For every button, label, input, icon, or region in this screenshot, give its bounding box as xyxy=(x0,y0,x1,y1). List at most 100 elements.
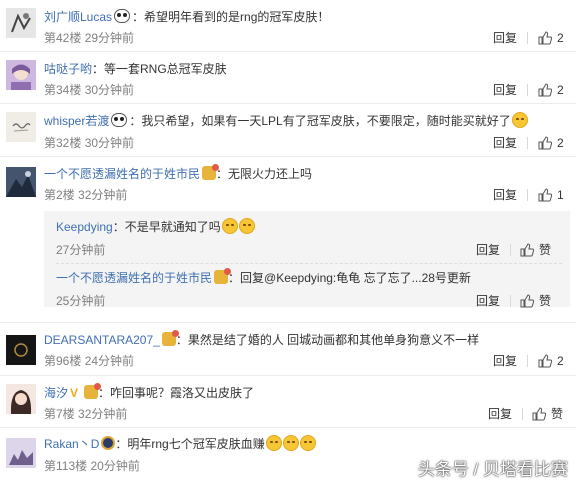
reply-button[interactable]: 回复 xyxy=(493,135,517,151)
like-button[interactable]: 2 xyxy=(538,135,564,151)
thumbs-up-icon xyxy=(538,188,552,202)
floor-number: 第96楼 xyxy=(44,354,82,368)
avatar[interactable] xyxy=(6,335,36,365)
like-label: 赞 xyxy=(539,243,552,257)
like-button[interactable]: 赞 xyxy=(532,406,563,422)
username[interactable]: 海汐 xyxy=(44,386,68,400)
thumbs-up-icon xyxy=(538,31,552,45)
username[interactable]: DEARSANTARA207_ xyxy=(44,333,160,347)
username[interactable]: 刘广顺Lucas xyxy=(44,10,112,24)
comment-item: 一个不愿透漏姓名的于姓市民 ：无限火力还上吗 第2楼 32分钟前 回复 1 Kee… xyxy=(0,157,576,323)
divider xyxy=(527,189,528,201)
watermark: 头条号 / 贝塔看比赛 xyxy=(417,460,568,479)
emoji-icon xyxy=(265,435,282,451)
thumbs-up-icon xyxy=(520,294,534,308)
comment-item: DEARSANTARA207_ ：果然是结了婚的人 回城动画都和其他单身狗意义不一… xyxy=(0,323,576,376)
like-button[interactable]: 2 xyxy=(538,353,564,369)
divider xyxy=(527,137,528,149)
member-badge-icon xyxy=(101,436,116,450)
floor-number: 第113楼 xyxy=(44,459,88,473)
floor-number: 第34楼 xyxy=(44,83,82,97)
avatar[interactable] xyxy=(6,112,36,142)
timestamp: 27分钟前 xyxy=(56,243,106,257)
thumbs-up-icon xyxy=(538,354,552,368)
thumbs-up-icon xyxy=(538,83,552,97)
username[interactable]: 咕哒子哟 xyxy=(44,62,92,76)
timestamp: 24分钟前 xyxy=(84,354,135,368)
verified-v-icon xyxy=(70,384,82,402)
emoji-icon xyxy=(221,218,238,234)
emoji-icon xyxy=(511,112,528,128)
like-button[interactable]: 赞 xyxy=(520,242,551,258)
timestamp: 30分钟前 xyxy=(84,83,135,97)
comment-item: 海汐 ：咋回事呢？霞洛又出皮肤了 第7楼 32分钟前 回复 赞 xyxy=(0,376,576,428)
reply-button[interactable]: 回复 xyxy=(493,187,517,203)
divider xyxy=(527,84,528,96)
like-button[interactable]: 赞 xyxy=(520,293,551,309)
thumbs-up-icon xyxy=(520,243,534,257)
timestamp: 30分钟前 xyxy=(84,136,135,150)
comment-text: ：我只希望，如果有一天LPL有了冠军皮肤，不要限定，随时能买就好了 xyxy=(129,114,511,128)
reply-button[interactable]: 回复 xyxy=(493,30,517,46)
comment-text: ：无限火力还上吗 xyxy=(216,167,313,181)
like-button[interactable]: 1 xyxy=(538,187,564,203)
reply-text: ：不是早就通知了吗 xyxy=(112,220,221,234)
username[interactable]: 一个不愿透漏姓名的于姓市民 xyxy=(44,167,200,181)
like-button[interactable]: 2 xyxy=(538,30,564,46)
username[interactable]: Rakan丶D xyxy=(44,437,99,451)
emoji-icon xyxy=(299,435,316,451)
like-count: 2 xyxy=(557,354,564,368)
avatar[interactable] xyxy=(6,438,36,468)
reply-button[interactable]: 回复 xyxy=(488,406,512,422)
reply-divider xyxy=(56,263,562,264)
reply-button[interactable]: 回复 xyxy=(476,293,500,309)
member-badge-icon xyxy=(214,268,232,284)
comment-text: ：咋回事呢？霞洛又出皮肤了 xyxy=(98,386,255,400)
thumbs-up-icon xyxy=(532,407,546,421)
like-count: 2 xyxy=(557,83,564,97)
floor-number: 第7楼 xyxy=(44,407,75,421)
avatar[interactable] xyxy=(6,384,36,414)
reply-button[interactable]: 回复 xyxy=(493,353,517,369)
floor-number: 第2楼 xyxy=(44,188,75,202)
timestamp: 20分钟前 xyxy=(90,459,140,473)
member-badge-icon xyxy=(84,383,102,399)
like-label: 赞 xyxy=(539,294,552,308)
comment-text: ：果然是结了婚的人 回城动画都和其他单身狗意义不一样 xyxy=(175,333,480,347)
username[interactable]: Keepdying xyxy=(56,220,113,234)
like-count: 2 xyxy=(557,136,564,150)
username[interactable]: 一个不愿透漏姓名的于姓市民 xyxy=(56,271,212,285)
divider xyxy=(510,244,511,256)
reply-button[interactable]: 回复 xyxy=(476,242,500,258)
thumbs-up-icon xyxy=(538,136,552,150)
comment-text: ：等一套RNG总冠军皮肤 xyxy=(92,62,227,76)
reply-button[interactable]: 回复 xyxy=(493,82,517,98)
emoji-icon xyxy=(282,435,299,451)
member-badge-icon xyxy=(202,164,220,180)
member-badge-icon xyxy=(161,330,179,346)
comment-item: whisper若渡 ：我只希望，如果有一天LPL有了冠军皮肤，不要限定，随时能买就… xyxy=(0,104,576,157)
divider xyxy=(527,355,528,367)
divider xyxy=(510,295,511,307)
comment-text: ：明年rng七个冠军皮肤血赚 xyxy=(115,437,265,451)
like-button[interactable]: 2 xyxy=(538,82,564,98)
comment-item: 刘广顺Lucas ：希望明年看到的是rng的冠军皮肤！ 第42楼 29分钟前 回复… xyxy=(0,0,576,52)
reply-thread: Keepdying：不是早就通知了吗 27分钟前 回复 赞 一个不愿透漏姓名的于… xyxy=(44,211,570,309)
username[interactable]: whisper若渡 xyxy=(44,114,109,128)
panda-emoji-icon xyxy=(111,113,128,127)
panda-emoji-icon xyxy=(114,9,131,23)
avatar[interactable] xyxy=(6,60,36,90)
like-count: 2 xyxy=(557,31,564,45)
floor-number: 第42楼 xyxy=(44,31,82,45)
divider xyxy=(527,32,528,44)
avatar[interactable] xyxy=(6,167,36,197)
divider xyxy=(522,408,523,420)
emoji-icon xyxy=(238,218,255,234)
timestamp: 25分钟前 xyxy=(56,294,106,308)
like-label: 赞 xyxy=(551,407,564,421)
floor-number: 第32楼 xyxy=(44,136,82,150)
avatar[interactable] xyxy=(6,8,36,38)
timestamp: 32分钟前 xyxy=(78,188,128,202)
reply-text: ：回复@Keepdying:龟龟 忘了忘了...28号更新 xyxy=(228,271,471,285)
timestamp: 29分钟前 xyxy=(84,31,135,45)
